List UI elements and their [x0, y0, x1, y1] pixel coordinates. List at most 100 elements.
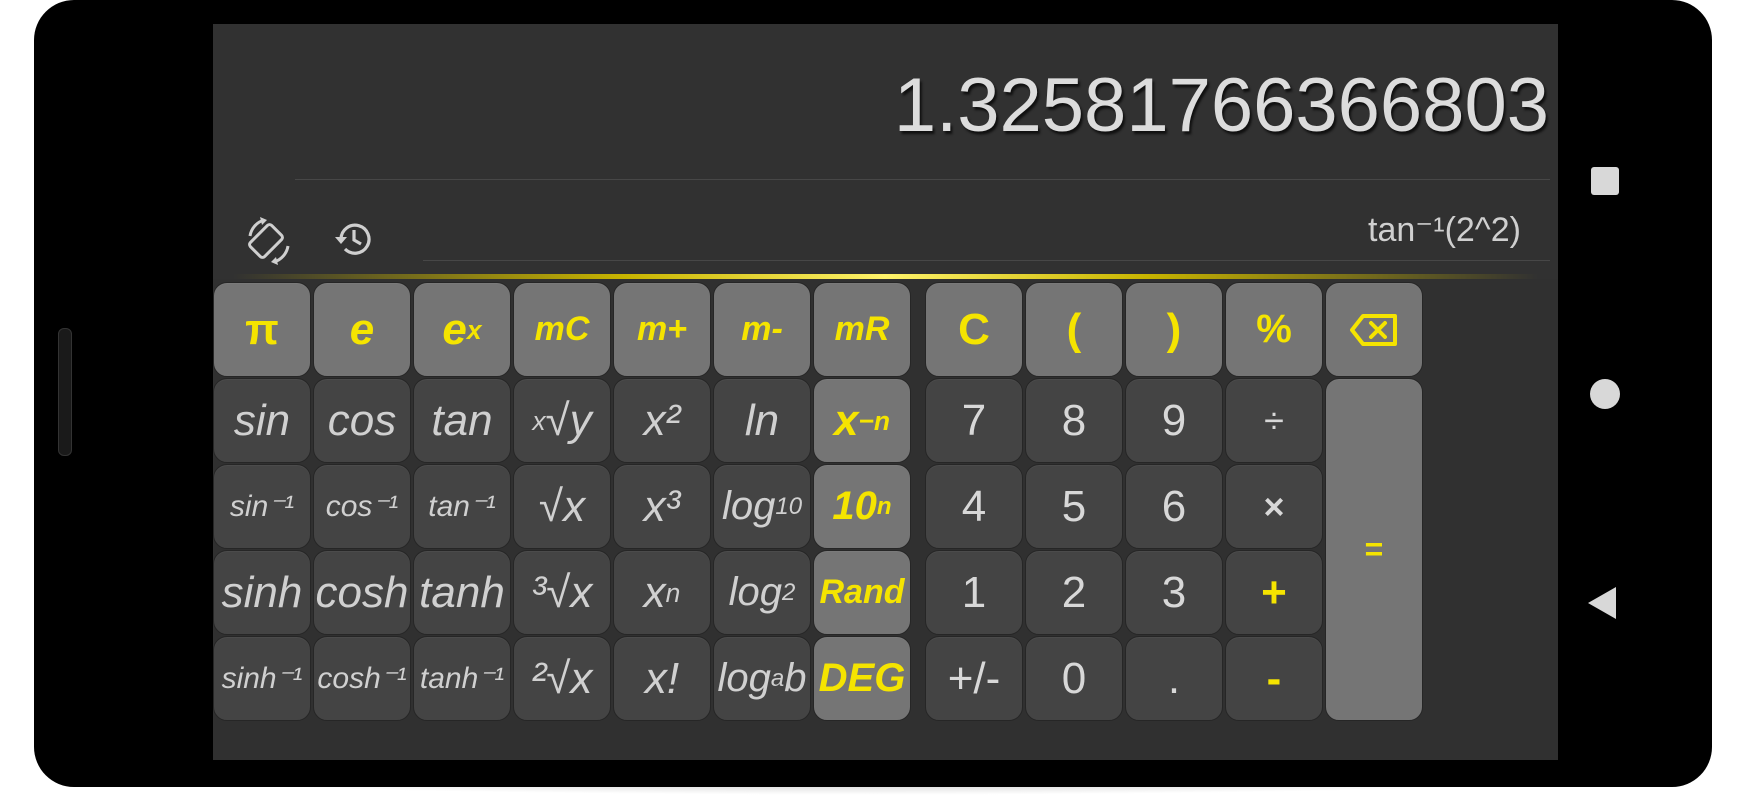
arctan-button[interactable]: tan⁻¹ [413, 464, 511, 549]
log10-button[interactable]: log 10 [713, 464, 811, 549]
asin-label: sin⁻¹ [229, 490, 295, 523]
four-label: 4 [961, 481, 987, 531]
mr-label: mR [834, 310, 890, 348]
acosh-label: cosh⁻¹ [317, 662, 407, 695]
xth-root-button[interactable]: x √y [513, 378, 611, 463]
memory-recall-button[interactable]: mR [813, 282, 911, 377]
xn-base-label: x [643, 567, 666, 617]
six-label: 6 [1161, 481, 1187, 531]
display-panel: 1.32581766366803 tan⁻¹(2^2) [213, 24, 1558, 279]
multiply-label: × [1263, 485, 1285, 527]
power-button[interactable]: xn [613, 550, 711, 635]
ten-power-button[interactable]: 10 n [813, 464, 911, 549]
fact-label: x! [644, 653, 680, 703]
sin-label: sin [233, 395, 291, 445]
memory-add-button[interactable]: m+ [613, 282, 711, 377]
memory-clear-button[interactable]: mC [513, 282, 611, 377]
random-button[interactable]: Rand [813, 550, 911, 635]
equals-button[interactable]: = [1325, 378, 1423, 721]
divide-button[interactable]: ÷ [1225, 378, 1323, 463]
cube-root-button[interactable]: ³√x [513, 550, 611, 635]
eight-button[interactable]: 8 [1025, 378, 1123, 463]
cosh-label: cosh [315, 567, 409, 617]
inverse-power-button[interactable]: x −n [813, 378, 911, 463]
decimal-button[interactable]: . [1125, 636, 1223, 721]
seven-label: 7 [961, 395, 987, 445]
angle-mode-button[interactable]: DEG [813, 636, 911, 721]
deg-label: DEG [818, 656, 906, 700]
two-button[interactable]: 2 [1025, 550, 1123, 635]
clear-button[interactable]: C [925, 282, 1023, 377]
result-value: 1.32581766366803 [893, 63, 1549, 148]
cube-button[interactable]: x³ [613, 464, 711, 549]
plusminus-label: +/- [947, 653, 1001, 703]
arccosh-button[interactable]: cosh⁻¹ [313, 636, 411, 721]
square-root-2-button[interactable]: ²√x [513, 636, 611, 721]
square-button[interactable]: x² [613, 378, 711, 463]
cosh-button[interactable]: cosh [313, 550, 411, 635]
e-label: e [349, 304, 375, 354]
percent-button[interactable]: % [1225, 282, 1323, 377]
sqrt2-label: ²√x [531, 653, 593, 703]
atan-label: tan⁻¹ [428, 490, 496, 523]
zero-button[interactable]: 0 [1025, 636, 1123, 721]
arccos-button[interactable]: cos⁻¹ [313, 464, 411, 549]
equals-label: = [1364, 531, 1384, 567]
clear-label: C [958, 304, 990, 354]
lparen-label: ( [1066, 304, 1082, 354]
factorial-button[interactable]: x! [613, 636, 711, 721]
ln-button[interactable]: ln [713, 378, 811, 463]
arctanh-button[interactable]: tanh⁻¹ [413, 636, 511, 721]
left-paren-button[interactable]: ( [1025, 282, 1123, 377]
tan-label: tan [431, 395, 493, 445]
exp-base-label: e [442, 304, 467, 354]
cos-button[interactable]: cos [313, 378, 411, 463]
right-paren-button[interactable]: ) [1125, 282, 1223, 377]
screen-rotation-icon[interactable] [242, 214, 296, 268]
six-button[interactable]: 6 [1125, 464, 1223, 549]
plus-label: + [1261, 567, 1287, 617]
plus-minus-button[interactable]: +/- [925, 636, 1023, 721]
arcsinh-button[interactable]: sinh⁻¹ [213, 636, 311, 721]
plus-button[interactable]: + [1225, 550, 1323, 635]
log10-base-label: log [721, 484, 776, 528]
tan-button[interactable]: tan [413, 378, 511, 463]
memory-subtract-button[interactable]: m- [713, 282, 811, 377]
recent-apps-button[interactable] [1591, 167, 1619, 195]
three-button[interactable]: 3 [1125, 550, 1223, 635]
seven-button[interactable]: 7 [925, 378, 1023, 463]
decimal-label: . [1167, 653, 1181, 703]
arcsin-button[interactable]: sin⁻¹ [213, 464, 311, 549]
divide-label: ÷ [1264, 399, 1284, 441]
square-root-button[interactable]: √x [513, 464, 611, 549]
atanh-label: tanh⁻¹ [419, 662, 505, 695]
home-button[interactable] [1590, 379, 1620, 409]
minus-button[interactable]: - [1225, 636, 1323, 721]
sin-button[interactable]: sin [213, 378, 311, 463]
history-icon[interactable] [333, 218, 375, 260]
x2-label: x² [643, 395, 681, 445]
nine-label: 9 [1161, 395, 1187, 445]
nine-button[interactable]: 9 [1125, 378, 1223, 463]
x3-label: x³ [643, 481, 681, 531]
five-button[interactable]: 5 [1025, 464, 1123, 549]
four-button[interactable]: 4 [925, 464, 1023, 549]
back-button[interactable] [1588, 587, 1616, 619]
tanh-button[interactable]: tanh [413, 550, 511, 635]
pi-button[interactable]: π [213, 282, 311, 377]
sqrt-label: √x [538, 481, 586, 531]
log-base-button[interactable]: log a b [713, 636, 811, 721]
exp-button[interactable]: ex [413, 282, 511, 377]
backspace-icon [1350, 313, 1397, 346]
eight-label: 8 [1061, 395, 1087, 445]
e-button[interactable]: e [313, 282, 411, 377]
asinh-label: sinh⁻¹ [221, 662, 303, 695]
log2-button[interactable]: log 2 [713, 550, 811, 635]
multiply-button[interactable]: × [1225, 464, 1323, 549]
backspace-button[interactable] [1325, 282, 1423, 377]
sinh-button[interactable]: sinh [213, 550, 311, 635]
zero-label: 0 [1061, 653, 1087, 703]
expression-text: tan⁻¹(2^2) [1368, 211, 1521, 249]
keypad: π e ex mC m+ m- mR C ( ) % sin cos tan x… [213, 282, 1558, 760]
one-button[interactable]: 1 [925, 550, 1023, 635]
